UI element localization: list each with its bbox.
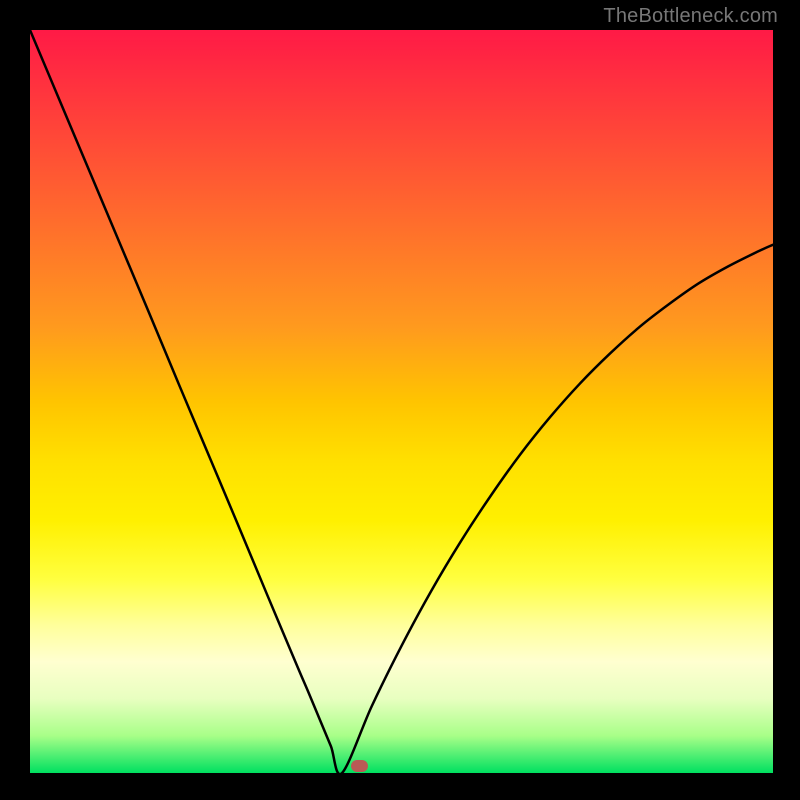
watermark-text: TheBottleneck.com xyxy=(603,5,778,28)
chart-plot-area xyxy=(30,30,773,773)
optimal-point-marker xyxy=(351,760,368,772)
chart-curve xyxy=(30,30,773,773)
